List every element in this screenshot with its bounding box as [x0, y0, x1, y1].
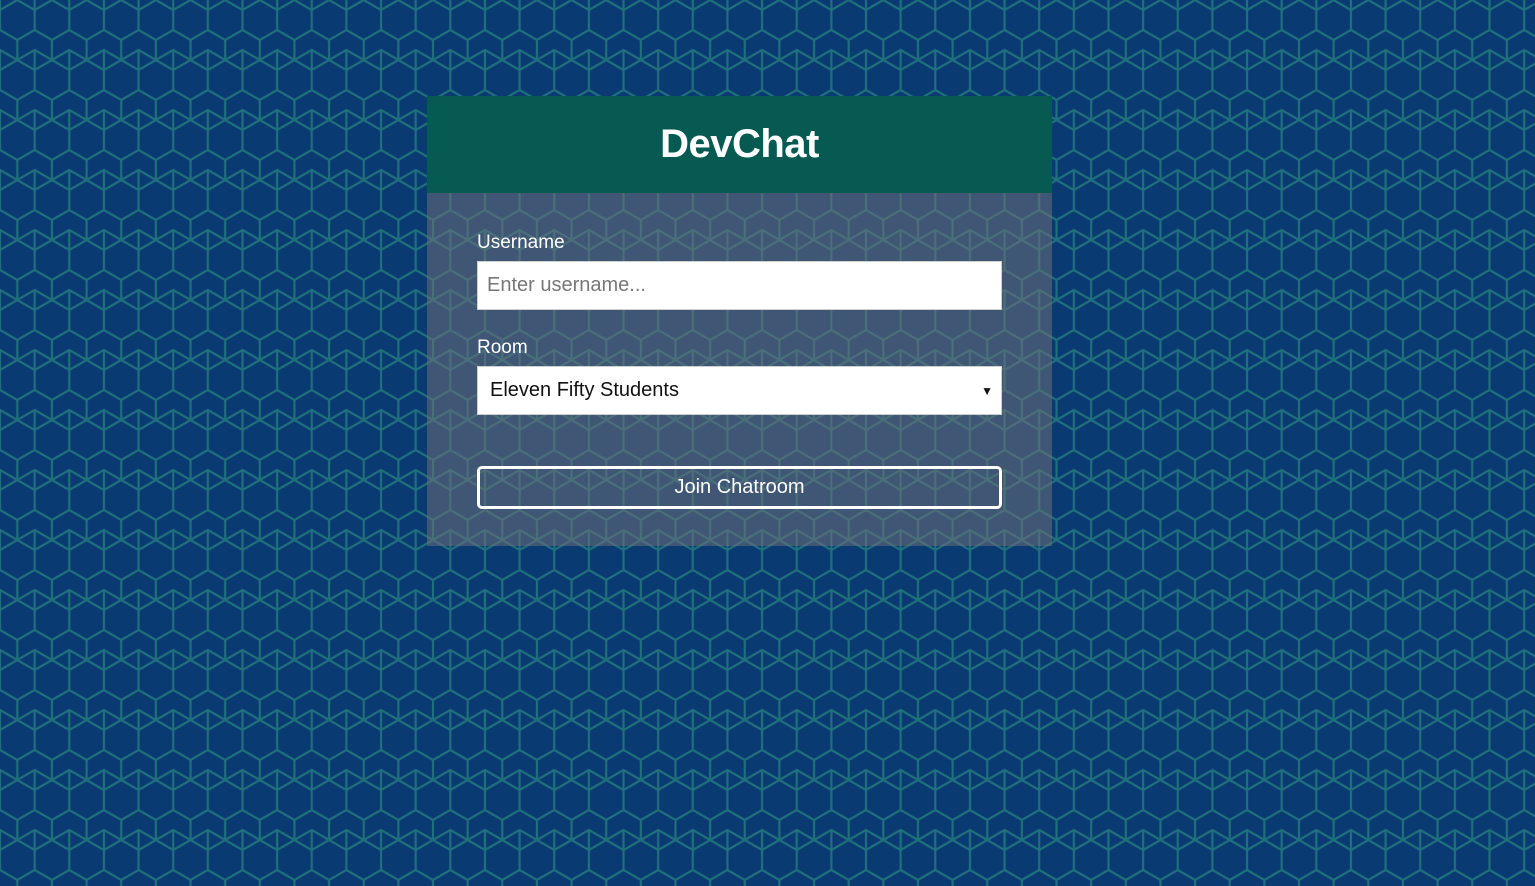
- card-header: DevChat: [427, 96, 1052, 193]
- room-select[interactable]: Eleven Fifty Students ▼: [477, 366, 1002, 415]
- join-chatroom-button[interactable]: Join Chatroom: [477, 466, 1002, 509]
- room-select-value: Eleven Fifty Students: [490, 379, 679, 401]
- username-input[interactable]: [477, 261, 1002, 310]
- chevron-down-icon: ▼: [981, 383, 993, 398]
- room-label: Room: [477, 337, 528, 358]
- username-label: Username: [477, 232, 565, 253]
- login-card: DevChat Username Room Eleven Fifty Stude…: [427, 96, 1052, 546]
- app-title: DevChat: [660, 122, 819, 166]
